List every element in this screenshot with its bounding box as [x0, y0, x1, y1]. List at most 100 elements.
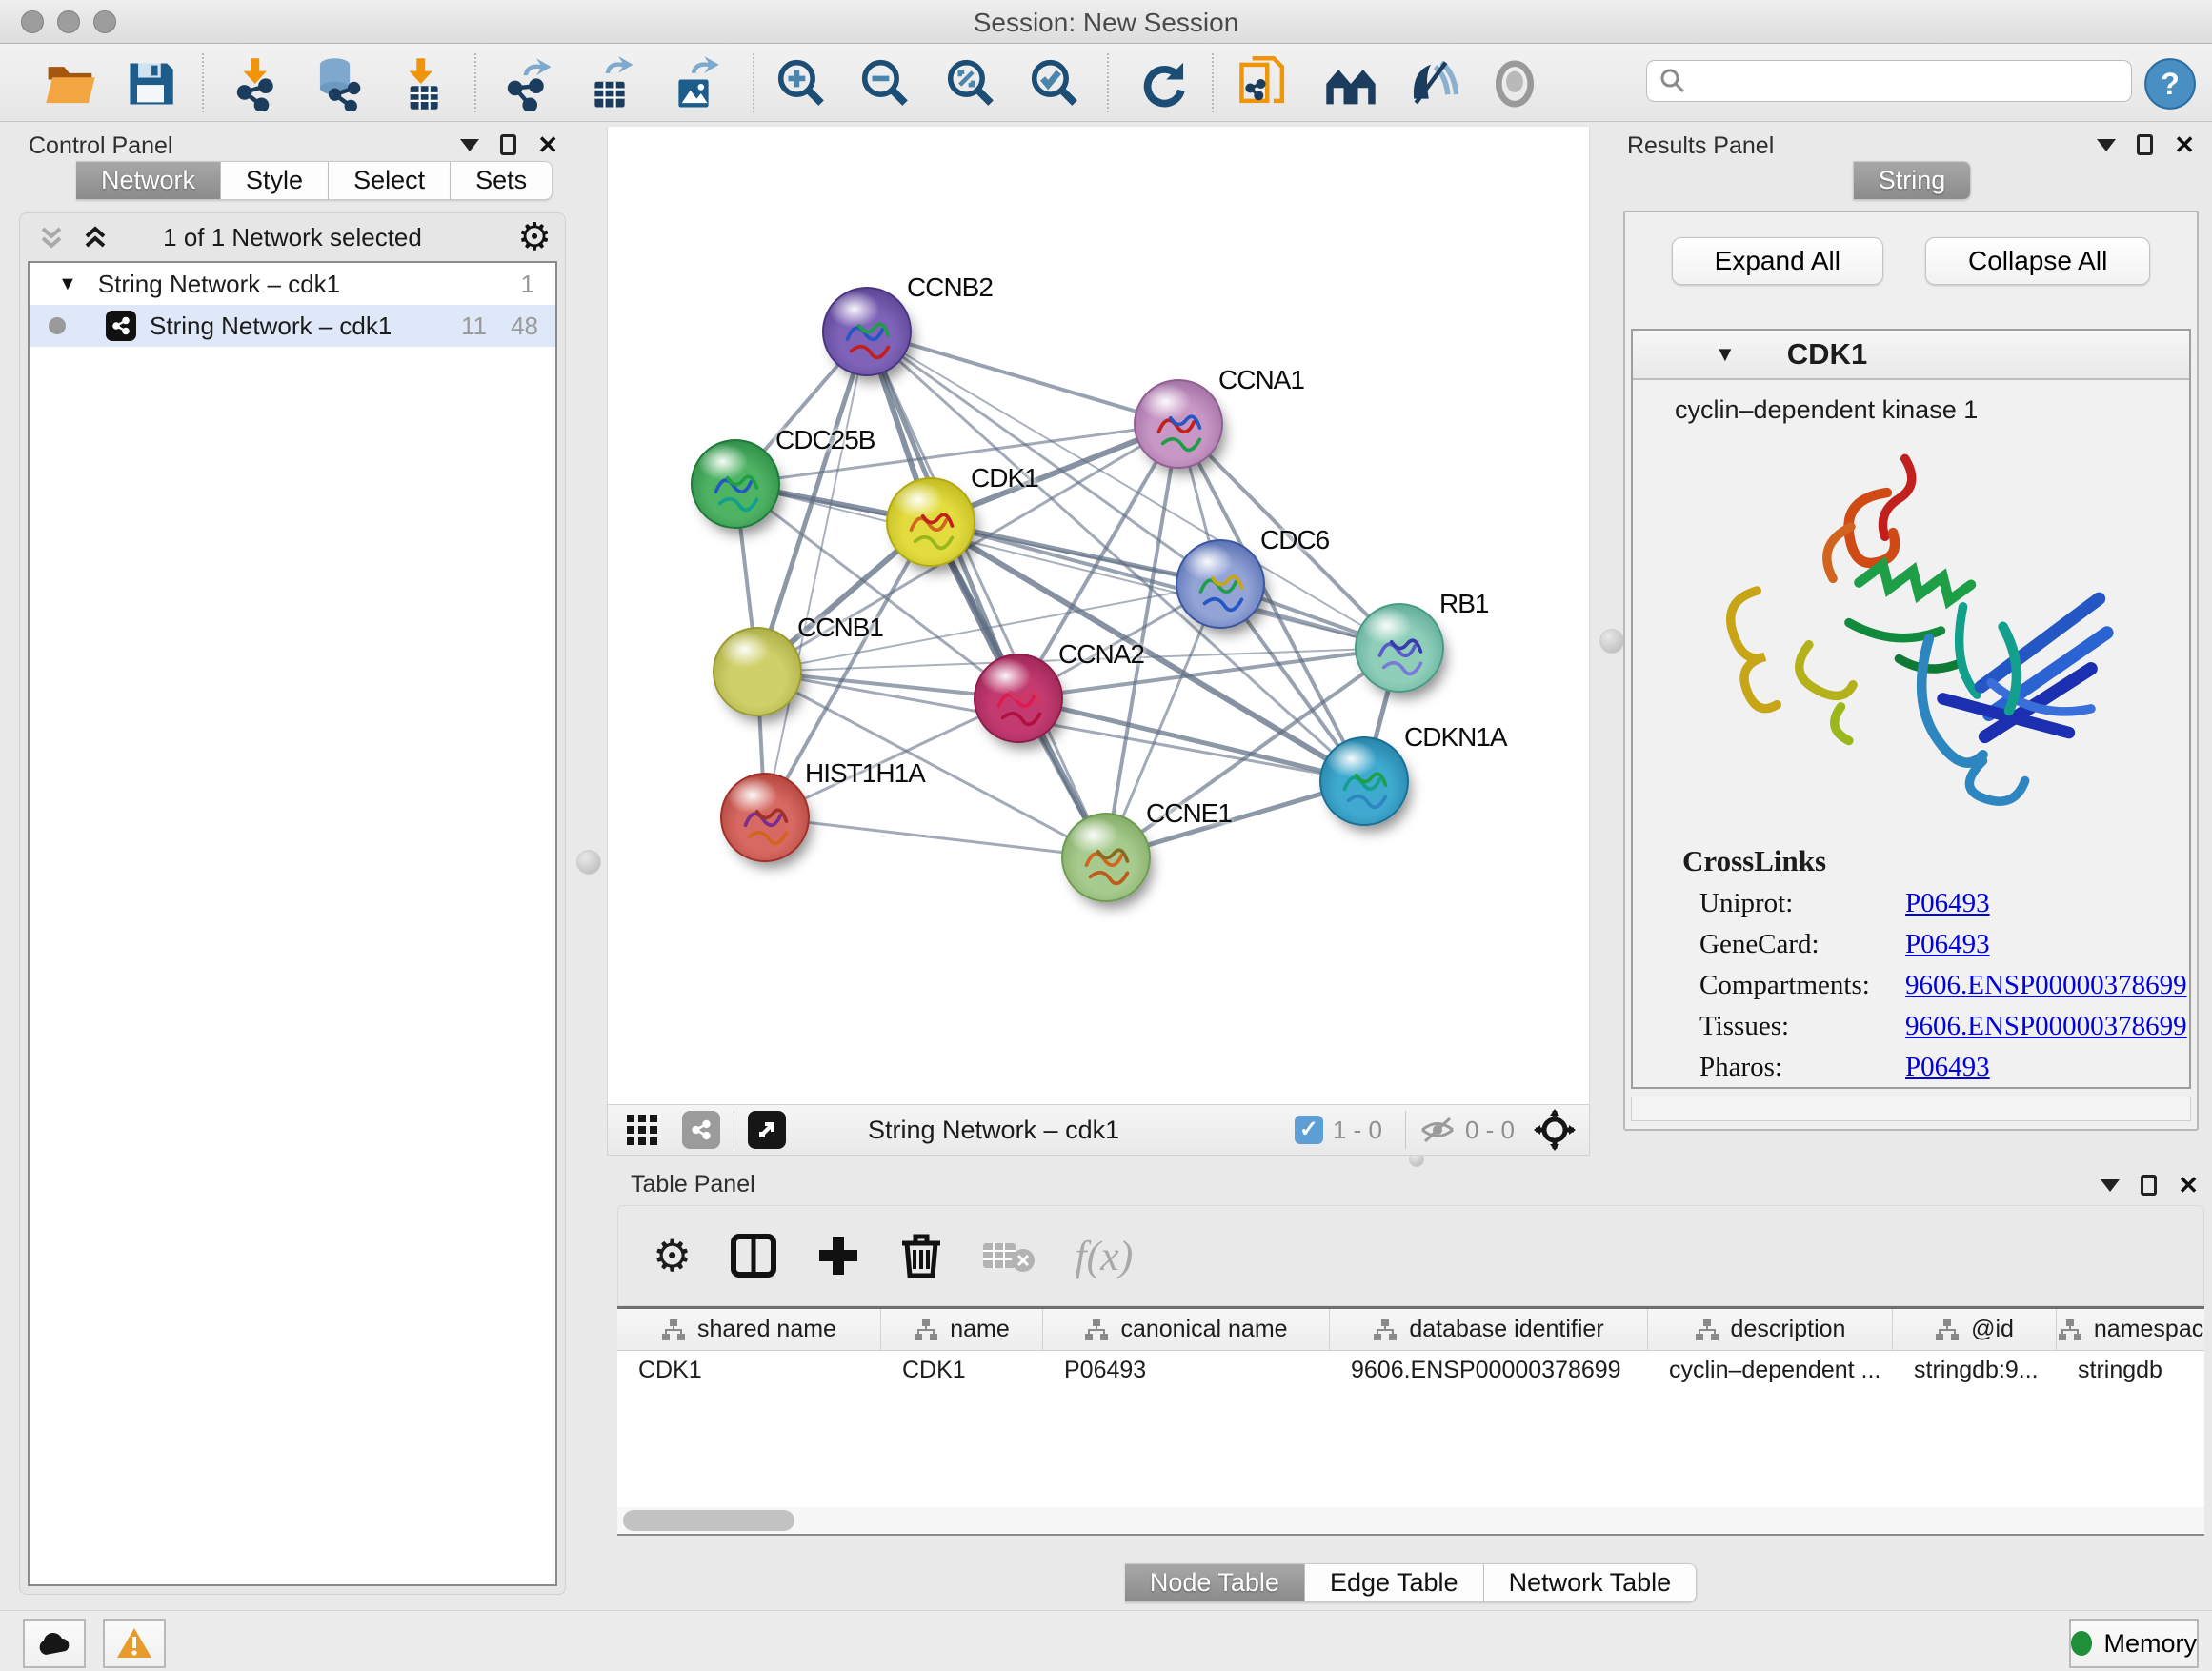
scrollbar-thumb[interactable] — [623, 1510, 794, 1531]
hidden-eye-icon[interactable] — [1419, 1116, 1456, 1144]
panel-menu-icon[interactable] — [2101, 1179, 2120, 1192]
network-edge[interactable] — [765, 817, 1106, 857]
column-header[interactable]: name — [881, 1309, 1043, 1350]
show-all-button[interactable] — [1486, 55, 1543, 112]
export-image-button[interactable] — [665, 55, 722, 112]
network-canvas[interactable]: CCNB2CCNA1CDC25BCDK1CDC6RB1CCNB1CCNA2CDK… — [607, 127, 1590, 1104]
crosslink-link[interactable]: P06493 — [1905, 888, 1990, 919]
network-node-CDKN1A[interactable] — [1319, 736, 1409, 826]
network-options-gear-icon[interactable]: ⚙ — [517, 215, 552, 259]
network-share-icon[interactable] — [682, 1111, 720, 1149]
zoom-out-button[interactable] — [857, 55, 915, 112]
column-header[interactable]: @id — [1893, 1309, 2057, 1350]
node-entry-header[interactable]: ▼ CDK1 — [1633, 331, 2189, 380]
panel-menu-icon[interactable] — [2097, 139, 2116, 151]
table-options-gear-icon[interactable]: ⚙ — [653, 1230, 692, 1281]
crosslink-link[interactable]: P06493 — [1905, 1052, 1990, 1083]
column-header[interactable]: canonical name — [1043, 1309, 1330, 1350]
import-network-database-button[interactable] — [311, 55, 368, 112]
column-type-icon — [661, 1319, 686, 1341]
network-edge[interactable] — [867, 332, 1178, 424]
network-node-CDC6[interactable] — [1176, 539, 1265, 629]
show-column-panel-icon[interactable] — [730, 1233, 777, 1278]
panel-menu-icon[interactable] — [460, 139, 479, 151]
crosslink-link[interactable]: P06493 — [1905, 929, 1990, 960]
network-collection-row[interactable]: ▼ String Network – cdk1 1 — [30, 263, 555, 305]
float-panel-icon[interactable] — [500, 134, 516, 155]
column-header-label: @id — [1971, 1316, 2014, 1343]
network-node-CCNA1[interactable] — [1134, 379, 1223, 469]
network-node-CDK1[interactable] — [886, 477, 975, 567]
results-scrollbar[interactable] — [1631, 1097, 2191, 1121]
table-row[interactable]: CDK1CDK1P064939606.ENSP00000378699cyclin… — [617, 1351, 2204, 1384]
search-input[interactable] — [1687, 67, 2106, 96]
left-splitter-handle[interactable] — [576, 850, 601, 875]
entry-expand-icon[interactable]: ▼ — [1715, 342, 1736, 367]
import-table-button[interactable] — [394, 55, 452, 112]
tree-expand-icon[interactable]: ▼ — [58, 273, 77, 295]
expand-all-button[interactable]: Expand All — [1672, 237, 1883, 285]
tab-string[interactable]: String — [1853, 161, 1972, 200]
close-panel-icon[interactable]: ✕ — [2174, 134, 2195, 155]
protein-ribbon-thumbnail — [888, 479, 977, 569]
network-node-CCNA2[interactable] — [974, 654, 1063, 743]
function-builder-icon[interactable]: f(x) — [1075, 1232, 1133, 1280]
column-header[interactable]: description — [1648, 1309, 1893, 1350]
table-horizontal-scrollbar[interactable] — [617, 1507, 2204, 1534]
network-edge[interactable] — [765, 332, 867, 817]
help-button[interactable]: ? — [2142, 55, 2199, 112]
control-panel-tab[interactable]: Style — [221, 161, 329, 200]
collapse-all-button[interactable]: Collapse All — [1925, 237, 2150, 285]
network-node-label: HIST1H1A — [805, 758, 925, 789]
entry-gene-name: CDK1 — [1787, 337, 1867, 372]
memory-button[interactable]: Memory — [2069, 1619, 2199, 1668]
column-header[interactable]: shared name — [617, 1309, 881, 1350]
open-session-button[interactable] — [42, 55, 99, 112]
apply-layout-button[interactable] — [1136, 55, 1193, 112]
export-network-button[interactable] — [499, 55, 556, 112]
column-header-label: namespace — [2094, 1316, 2204, 1343]
network-node-RB1[interactable] — [1355, 603, 1444, 693]
delete-column-icon[interactable] — [899, 1232, 943, 1279]
zoom-selected-button[interactable] — [1027, 55, 1084, 112]
network-node-CCNE1[interactable] — [1061, 813, 1151, 902]
fit-content-button[interactable] — [943, 55, 1000, 112]
network-row[interactable]: String Network – cdk1 11 48 — [30, 305, 555, 347]
control-panel-tab[interactable]: Sets — [451, 161, 553, 200]
warnings-button[interactable] — [103, 1619, 166, 1668]
export-table-button[interactable] — [581, 55, 638, 112]
column-type-icon — [1695, 1319, 1719, 1341]
hide-selected-button[interactable] — [1402, 55, 1459, 112]
import-network-file-button[interactable] — [229, 55, 286, 112]
selected-checkbox-icon[interactable]: ✓ — [1295, 1116, 1323, 1144]
float-panel-icon[interactable] — [2141, 1175, 2157, 1196]
save-session-button[interactable] — [122, 55, 179, 112]
network-node-HIST1H1A[interactable] — [720, 773, 810, 862]
network-node-CDC25B[interactable] — [691, 439, 780, 529]
table-tab[interactable]: Node Table — [1125, 1563, 1305, 1602]
float-panel-icon[interactable] — [2137, 134, 2153, 155]
open-in-window-icon[interactable] — [748, 1111, 786, 1149]
column-header[interactable]: namespace — [2057, 1309, 2204, 1350]
current-network-name: String Network – cdk1 — [868, 1116, 1119, 1145]
zoom-in-button[interactable] — [774, 55, 831, 112]
first-neighbors-button[interactable] — [1322, 55, 1379, 112]
network-node-CCNB2[interactable] — [822, 287, 912, 376]
close-panel-icon[interactable]: ✕ — [2178, 1175, 2199, 1196]
crosslink-link[interactable]: 9606.ENSP00000378699 — [1905, 970, 2187, 1001]
table-tab[interactable]: Network Table — [1484, 1563, 1698, 1602]
column-header[interactable]: database identifier — [1330, 1309, 1648, 1350]
clone-network-button[interactable] — [1237, 55, 1294, 112]
control-panel-tab[interactable]: Select — [329, 161, 451, 200]
cloud-button[interactable] — [23, 1619, 86, 1668]
control-panel-tab[interactable]: Network — [76, 161, 221, 200]
delete-table-icon[interactable] — [981, 1236, 1036, 1276]
close-panel-icon[interactable]: ✕ — [537, 134, 558, 155]
table-cell: stringdb:9... — [1893, 1351, 2057, 1384]
crosslink-link[interactable]: 9606.ENSP00000378699 — [1905, 1011, 2187, 1042]
table-tab[interactable]: Edge Table — [1305, 1563, 1484, 1602]
create-column-icon[interactable] — [815, 1233, 861, 1278]
crosshair-icon[interactable] — [1534, 1109, 1576, 1151]
birdseye-grid-icon[interactable] — [623, 1111, 661, 1149]
network-node-CCNB1[interactable] — [713, 627, 802, 716]
